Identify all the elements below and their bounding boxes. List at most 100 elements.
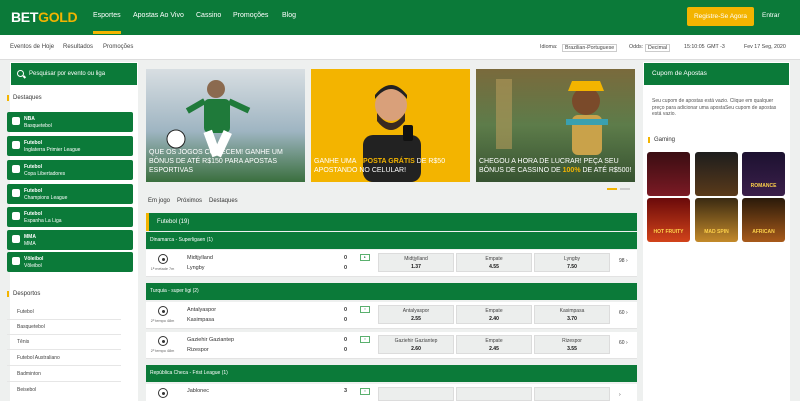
language-select[interactable]: Brazilian-Portuguese <box>560 44 618 52</box>
game-tile[interactable] <box>647 152 690 196</box>
odd-button-draw[interactable]: Empate 2.45 <box>456 335 532 354</box>
language-label: Idioma: <box>540 44 558 50</box>
more-markets-link[interactable]: 60 › <box>619 340 628 346</box>
highlight-la-liga[interactable]: Futebol Espanha La Liga <box>7 207 133 227</box>
top-navbar: BETGOLD Esportes Apostas Ao Vivo Cassino… <box>0 0 800 35</box>
divider <box>7 319 121 320</box>
sport-tenis[interactable]: Tênis <box>17 339 29 345</box>
betgold-logo[interactable]: BETGOLD <box>11 9 78 25</box>
game-tile[interactable] <box>695 152 738 196</box>
promo-banner-free-bet[interactable]: GANHE UMA APOSTA GRÁTIS DE R$50 APOSTAND… <box>311 69 470 182</box>
soccer-ball-icon <box>158 254 168 264</box>
highlight-mma[interactable]: MMA MMA <box>7 230 133 250</box>
nav-apostas-ao-vivo[interactable]: Apostas Ao Vivo <box>133 12 184 19</box>
sport-futebol-australiano[interactable]: Futebol Australiano <box>17 355 60 361</box>
home-score: 0 <box>344 255 348 261</box>
home-score: 0 <box>344 337 348 343</box>
soccer-icon <box>12 212 20 220</box>
league-header[interactable]: Dinamarca - Superligaen (1) <box>146 232 637 249</box>
game-tile[interactable]: AFRICAN <box>742 198 785 242</box>
odd-button-away[interactable]: Kasimpasa 3.70 <box>534 305 610 324</box>
game-tile[interactable]: ROMANCE <box>742 152 785 196</box>
game-tile[interactable]: MAD SPIN <box>695 198 738 242</box>
odd-button-away[interactable] <box>534 387 610 401</box>
bet-slip-title[interactable]: Cupom de Apostas <box>644 63 789 85</box>
highlights-title: Destaques <box>7 95 42 101</box>
promo-banner-sports[interactable]: QUE OS JOGOS COMECEM! GANHE UM BÔNUS DE … <box>146 69 305 182</box>
odds-select[interactable]: Decimal <box>643 44 671 52</box>
league-header[interactable]: Turquia - super ligi (2) <box>146 283 637 300</box>
stats-icon[interactable]: ▪ <box>360 388 370 395</box>
odd-button-draw[interactable]: Empate 2.40 <box>456 305 532 324</box>
away-team: Kasimpasa <box>187 317 215 323</box>
nav-esportes[interactable]: Esportes <box>93 12 121 34</box>
tab-destaques[interactable]: Destaques <box>209 198 238 204</box>
odd-button-draw[interactable]: Empate 4.55 <box>456 253 532 272</box>
subnav-promocoes[interactable]: Promoções <box>103 44 133 50</box>
match-row: 2º tempo 48m Antalyaspor Kasimpasa 0 0 ▪… <box>146 302 637 329</box>
highlight-volei[interactable]: Vôleibol Vôleibol <box>7 252 133 272</box>
highlight-premier-league[interactable]: Futebol Inglaterra Primier League <box>7 136 133 156</box>
soccer-ball-icon <box>158 336 168 346</box>
banner-text: QUE OS JOGOS COMECEM! GANHE UM BÔNUS DE … <box>149 149 283 174</box>
odd-button-home[interactable] <box>378 387 454 401</box>
home-score: 3 <box>344 388 348 394</box>
more-markets-link[interactable]: › <box>619 392 621 398</box>
live-stats-icon[interactable]: ▸ <box>360 254 370 261</box>
nav-cassino[interactable]: Cassino <box>196 12 221 19</box>
highlight-nba[interactable]: NBA Basquetebol <box>7 112 133 132</box>
clock: 15:10:05 <box>684 44 705 50</box>
soccer-icon <box>12 141 20 149</box>
home-team: Midtjylland <box>187 255 213 261</box>
promo-banner-casino[interactable]: CHEGOU A HORA DE LUCRAR! PEÇA SEU BÔNUS … <box>476 69 635 182</box>
odd-button-away[interactable]: Lyngby 7.50 <box>534 253 610 272</box>
timezone-select[interactable]: GMT -3 <box>707 44 725 50</box>
carousel-dot[interactable] <box>620 188 630 190</box>
banner-text: GANHE UMA APOSTA GRÁTIS DE R$50 APOSTAND… <box>314 158 446 174</box>
odd-button-draw[interactable] <box>456 387 532 401</box>
register-button[interactable]: Registre-Se Agora <box>687 7 754 26</box>
sport-basquetebol[interactable]: Basquetebol <box>17 324 45 330</box>
sport-futebol[interactable]: Futebol <box>17 309 34 315</box>
tab-em-jogo[interactable]: Em jogo <box>148 198 170 204</box>
nav-blog[interactable]: Blog <box>282 12 296 19</box>
sub-navbar: Eventos de Hoje Resultados Promoções Idi… <box>0 35 800 60</box>
search-events-button[interactable]: Pesquisar por evento ou liga <box>11 63 137 85</box>
tab-proximos[interactable]: Próximos <box>177 198 202 204</box>
match-row: 1ª metade 7m Midtjylland Lyngby 0 0 ▸ Mi… <box>146 250 637 277</box>
odd-button-home[interactable]: Gaziehir Gaziantep 2.60 <box>378 335 454 354</box>
soccer-ball-icon <box>158 388 168 398</box>
stats-icon[interactable]: ▪ <box>360 306 370 313</box>
bet-slip-empty-message: Seu cupom de apostas está vazio. Clique … <box>652 98 777 117</box>
sport-badminton[interactable]: Badminton <box>17 371 41 377</box>
away-team: Lyngby <box>187 265 205 271</box>
subnav-eventos-hoje[interactable]: Eventos de Hoje <box>10 44 54 50</box>
soccer-icon <box>12 189 20 197</box>
match-time: 1ª metade 7m <box>150 267 175 271</box>
odd-button-home[interactable]: Antalyaspor 2.55 <box>378 305 454 324</box>
basketball-icon <box>12 117 20 125</box>
more-markets-link[interactable]: 98 › <box>619 258 628 264</box>
odd-button-home[interactable]: Midtjylland 1.37 <box>378 253 454 272</box>
divider <box>7 334 121 335</box>
away-score: 0 <box>344 317 348 323</box>
nav-promocoes[interactable]: Promoções <box>233 12 268 19</box>
sports-title: Desportos <box>7 291 40 297</box>
league-header[interactable]: República Checa - Frist League (1) <box>146 365 637 382</box>
match-row: Jablonec 3 ▪ › <box>146 384 637 401</box>
odd-button-away[interactable]: Rizespor 3.55 <box>534 335 610 354</box>
away-score: 0 <box>344 347 348 353</box>
subnav-resultados[interactable]: Resultados <box>63 44 93 50</box>
mma-icon <box>12 235 20 243</box>
highlight-libertadores[interactable]: Futebol Copa Libertadores <box>7 160 133 180</box>
game-tile[interactable]: HOT FRUITY <box>647 198 690 242</box>
login-button[interactable]: Entrar <box>762 12 780 19</box>
highlight-champions-league[interactable]: Futebol Champions League <box>7 184 133 204</box>
stats-icon[interactable]: ▪ <box>360 336 370 343</box>
carousel-dot-active[interactable] <box>607 188 617 190</box>
soccer-icon <box>12 165 20 173</box>
more-markets-link[interactable]: 60 › <box>619 310 628 316</box>
date-display: Fev 17 Seg, 2020 <box>744 44 786 50</box>
home-team: Jablonec <box>187 388 210 394</box>
sport-beisebol[interactable]: Beisebol <box>17 387 36 393</box>
